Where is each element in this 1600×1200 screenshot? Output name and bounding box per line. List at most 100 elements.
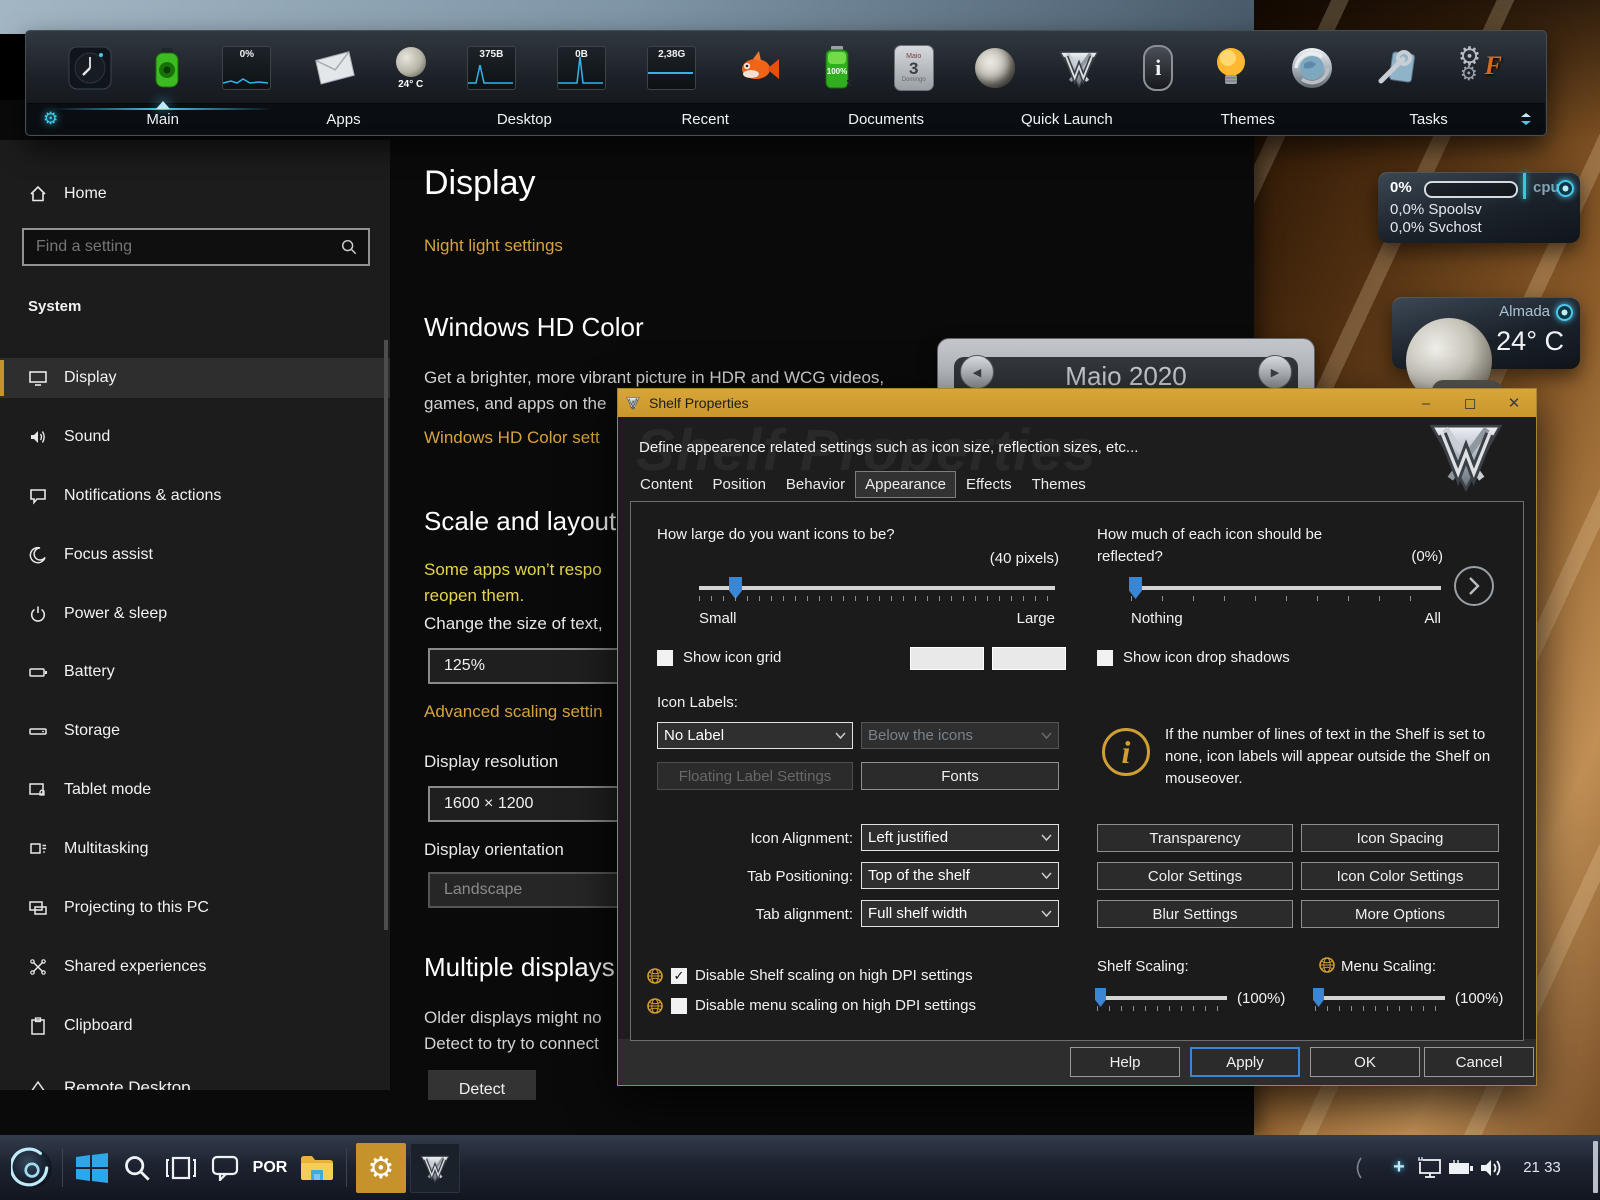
disable-shelf-scaling-checkbox[interactable] bbox=[671, 968, 687, 984]
apply-button[interactable]: Apply bbox=[1190, 1047, 1300, 1077]
chat-button[interactable] bbox=[204, 1135, 246, 1200]
dock-tab-tasks[interactable]: Tasks bbox=[1338, 111, 1519, 128]
icon-color-settings-button[interactable]: Icon Color Settings bbox=[1301, 862, 1499, 890]
tab-behavior[interactable]: Behavior bbox=[776, 471, 855, 498]
sidebar-item-display[interactable]: Display bbox=[0, 358, 390, 398]
network-icon[interactable] bbox=[1414, 1135, 1446, 1200]
sidebar-item-storage[interactable]: Storage bbox=[0, 711, 390, 751]
settings-app-button[interactable]: ⚙ bbox=[356, 1143, 406, 1193]
weather-widget-button[interactable] bbox=[1556, 304, 1573, 321]
clock-icon[interactable] bbox=[68, 46, 112, 90]
shelf-settings-gear-icon[interactable]: ⚙ bbox=[43, 109, 58, 129]
reflection-slider[interactable] bbox=[1131, 586, 1441, 590]
show-desktop-button[interactable] bbox=[1593, 1141, 1598, 1193]
start-button[interactable] bbox=[70, 1135, 114, 1200]
tab-positioning-select[interactable]: Top of the shelf bbox=[861, 862, 1059, 889]
volume-icon[interactable] bbox=[1476, 1135, 1508, 1200]
sidebar-scrollbar[interactable] bbox=[384, 340, 388, 930]
disable-menu-scaling-checkbox[interactable] bbox=[671, 998, 687, 1014]
info-icon[interactable]: i bbox=[1143, 45, 1173, 91]
sidebar-item-projecting[interactable]: Projecting to this PC bbox=[0, 888, 390, 928]
sidebar-item-remote-desktop[interactable]: Remote Desktop bbox=[0, 1068, 390, 1090]
task-view-button[interactable] bbox=[160, 1135, 202, 1200]
dialog-titlebar[interactable]: Shelf Properties bbox=[618, 389, 1536, 417]
cpu-widget-button[interactable] bbox=[1557, 180, 1574, 197]
tab-themes[interactable]: Themes bbox=[1022, 471, 1096, 498]
tab-content[interactable]: Content bbox=[630, 471, 703, 498]
detect-button[interactable]: Detect bbox=[428, 1070, 536, 1100]
show-icon-grid-checkbox[interactable] bbox=[657, 650, 673, 666]
icon-labels-select[interactable]: No Label bbox=[657, 722, 853, 749]
winstep-app-button[interactable] bbox=[410, 1143, 460, 1193]
tab-effects[interactable]: Effects bbox=[956, 471, 1022, 498]
tab-position[interactable]: Position bbox=[703, 471, 776, 498]
mail-icon[interactable] bbox=[313, 48, 355, 88]
start-orb-button[interactable] bbox=[6, 1135, 58, 1200]
night-light-link[interactable]: Night light settings bbox=[424, 236, 563, 256]
shelf-scaling-thumb[interactable] bbox=[1095, 988, 1106, 1007]
search-input[interactable] bbox=[34, 237, 340, 257]
dock-collapse-icon[interactable] bbox=[1519, 112, 1533, 126]
disk-graph-icon[interactable]: 2,38G bbox=[647, 46, 696, 90]
dock-tab-apps[interactable]: Apps bbox=[253, 111, 434, 128]
sidebar-item-tablet-mode[interactable]: Tablet mode bbox=[0, 770, 390, 810]
goldfish-icon[interactable] bbox=[737, 49, 781, 87]
search-box[interactable] bbox=[22, 228, 370, 266]
tab-alignment-select[interactable]: Full shelf width bbox=[861, 900, 1059, 927]
transparency-button[interactable]: Transparency bbox=[1097, 824, 1293, 852]
dock-tab-documents[interactable]: Documents bbox=[796, 111, 977, 128]
next-page-button[interactable] bbox=[1454, 566, 1494, 606]
help-button[interactable]: Help bbox=[1070, 1047, 1180, 1077]
search-icon[interactable] bbox=[340, 238, 358, 256]
sidebar-item-home[interactable]: Home bbox=[0, 174, 390, 214]
dock-tab-themes[interactable]: Themes bbox=[1157, 111, 1338, 128]
net-up-graph-icon[interactable]: 0B bbox=[557, 46, 606, 90]
winstep-icon[interactable] bbox=[1056, 45, 1102, 91]
file-explorer-button[interactable] bbox=[294, 1135, 340, 1200]
antivirus-icon[interactable] bbox=[153, 46, 181, 90]
sidebar-item-focus-assist[interactable]: Focus assist bbox=[0, 535, 390, 575]
dock-tab-quick-launch[interactable]: Quick Launch bbox=[976, 111, 1157, 128]
icon-alignment-select[interactable]: Left justified bbox=[861, 824, 1059, 851]
more-options-button[interactable]: More Options bbox=[1301, 900, 1499, 928]
show-drop-shadows-checkbox[interactable] bbox=[1097, 650, 1113, 666]
tray-expand-chevron[interactable] bbox=[1346, 1135, 1370, 1200]
browser-sync-icon[interactable] bbox=[1290, 46, 1334, 90]
sidebar-item-power-sleep[interactable]: Power & sleep bbox=[0, 594, 390, 634]
advanced-scaling-link[interactable]: Advanced scaling settin bbox=[424, 702, 603, 722]
color-settings-button[interactable]: Color Settings bbox=[1097, 862, 1293, 890]
weather-moon-icon[interactable]: 24° C bbox=[396, 47, 426, 90]
battery-icon[interactable]: 100% bbox=[823, 45, 853, 91]
sidebar-item-notifications[interactable]: Notifications & actions bbox=[0, 476, 390, 516]
dock-tab-recent[interactable]: Recent bbox=[615, 111, 796, 128]
grid-width-field[interactable] bbox=[910, 647, 984, 670]
moon-icon[interactable] bbox=[975, 48, 1015, 88]
battery-tray-icon[interactable] bbox=[1446, 1135, 1476, 1200]
gears-f-icon[interactable]: ⚙ ⚙ F bbox=[1458, 45, 1504, 91]
sidebar-item-sound[interactable]: Sound bbox=[0, 417, 390, 457]
taskbar-search-button[interactable] bbox=[116, 1135, 158, 1200]
sidebar-item-clipboard[interactable]: Clipboard bbox=[0, 1006, 390, 1046]
sidebar-item-battery[interactable]: Battery bbox=[0, 652, 390, 692]
tools-icon[interactable] bbox=[1375, 47, 1417, 89]
language-indicator[interactable]: POR bbox=[248, 1135, 292, 1200]
cpu-graph-icon[interactable]: 0% bbox=[222, 46, 271, 90]
dock-tab-desktop[interactable]: Desktop bbox=[434, 111, 615, 128]
cancel-button[interactable]: Cancel bbox=[1424, 1047, 1534, 1077]
tab-appearance[interactable]: Appearance bbox=[855, 471, 956, 498]
clock[interactable]: 21 33 bbox=[1514, 1135, 1570, 1200]
icon-spacing-button[interactable]: Icon Spacing bbox=[1301, 824, 1499, 852]
dock-tab-main[interactable]: Main bbox=[72, 111, 253, 128]
grid-height-field[interactable] bbox=[992, 647, 1066, 670]
fonts-button[interactable]: Fonts bbox=[861, 762, 1059, 790]
calendar-icon[interactable]: Maio 3 Domingo bbox=[894, 45, 934, 91]
menu-scaling-thumb[interactable] bbox=[1313, 988, 1324, 1007]
shelf-scaling-slider[interactable] bbox=[1097, 996, 1227, 1000]
blur-settings-button[interactable]: Blur Settings bbox=[1097, 900, 1293, 928]
tray-plus-icon[interactable]: + bbox=[1386, 1135, 1412, 1200]
net-down-graph-icon[interactable]: 375B bbox=[467, 46, 516, 90]
sidebar-item-multitasking[interactable]: Multitasking bbox=[0, 829, 390, 869]
sidebar-item-shared-experiences[interactable]: Shared experiences bbox=[0, 947, 390, 987]
menu-scaling-slider[interactable] bbox=[1315, 996, 1445, 1000]
hd-color-link[interactable]: Windows HD Color sett bbox=[424, 428, 600, 448]
